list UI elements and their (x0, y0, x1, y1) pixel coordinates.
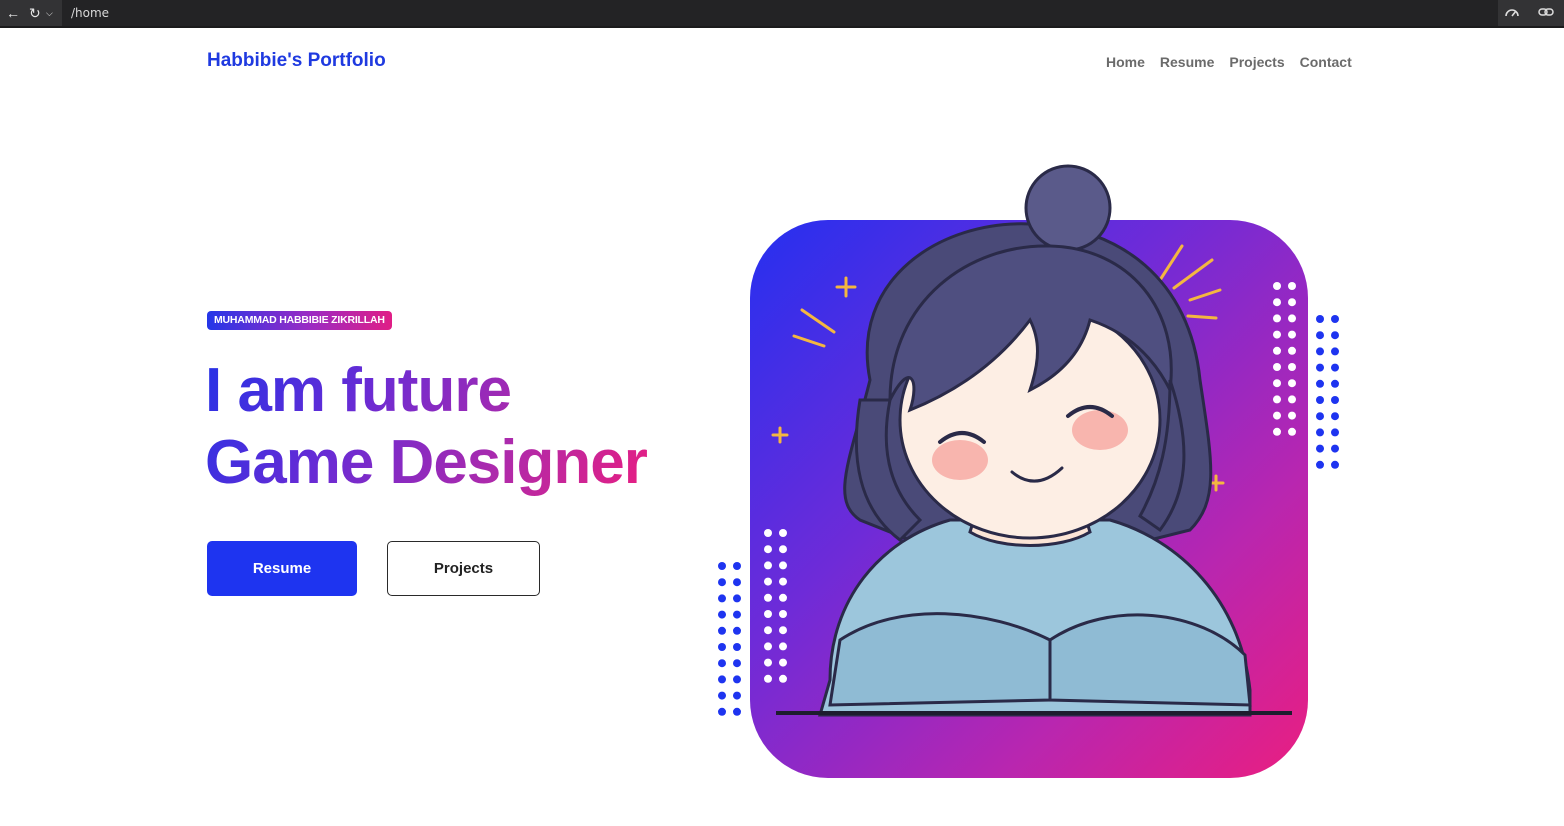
decor-dot (1316, 460, 1324, 469)
hero-headline: I am future Game Designer (205, 355, 647, 499)
decor-dot (1316, 444, 1324, 453)
decor-dot (733, 562, 741, 570)
decor-dot (718, 659, 726, 668)
decor-dot (1331, 363, 1339, 372)
decor-dot (718, 675, 726, 684)
address-bar[interactable]: /home (62, 0, 1498, 26)
decor-dot (1316, 428, 1324, 437)
nav-resume[interactable]: Resume (1160, 54, 1214, 70)
main-nav: Home Resume Projects Contact (1106, 54, 1352, 70)
decor-dot (1316, 331, 1324, 340)
decor-dot (718, 578, 726, 587)
decor-dot (733, 578, 741, 587)
performance-icon[interactable] (1504, 5, 1520, 22)
headline-line-1: I am future (205, 356, 511, 425)
decor-dot (733, 675, 741, 684)
decor-dot (733, 643, 741, 651)
name-badge: MUHAMMAD HABBIBIE ZIKRILLAH (207, 311, 392, 330)
decor-dot (733, 691, 741, 700)
dot-pattern-left (718, 562, 741, 716)
site-brand[interactable]: Habbibie's Portfolio (207, 50, 386, 72)
decor-dot (1331, 460, 1339, 469)
decor-dot (718, 594, 726, 603)
decor-dot (1316, 412, 1324, 421)
decor-dot (1316, 379, 1324, 388)
decor-dot (1331, 315, 1339, 323)
nav-contact[interactable]: Contact (1300, 54, 1352, 70)
avatar-illustration (771, 164, 1292, 717)
resume-button[interactable]: Resume (207, 541, 357, 596)
decor-dot (733, 610, 741, 619)
dot-pattern-right (1316, 315, 1339, 469)
decor-dot (1331, 412, 1339, 421)
decor-dot (718, 643, 726, 651)
decor-dot (718, 562, 726, 570)
decor-dot (718, 707, 726, 716)
decor-dot (1331, 444, 1339, 453)
headline-line-2: Game Designer (205, 428, 647, 497)
decor-dot (1331, 379, 1339, 388)
link-icon[interactable] (1538, 5, 1554, 22)
browser-toolbar: ← ↻ ⌵ /home (0, 0, 1564, 28)
nav-projects[interactable]: Projects (1229, 54, 1284, 70)
decor-dot (1316, 363, 1324, 372)
decor-dot (1316, 347, 1324, 356)
decor-dot (733, 626, 741, 635)
decor-dot (1316, 396, 1324, 404)
decor-dot (1331, 428, 1339, 437)
decor-dot (733, 707, 741, 716)
back-icon[interactable]: ← (6, 5, 20, 21)
decor-dot (718, 610, 726, 619)
reload-icon[interactable]: ↻ (29, 5, 41, 21)
decor-dot (718, 691, 726, 700)
decor-dot (1331, 347, 1339, 356)
dropdown-icon[interactable]: ⌵ (46, 5, 53, 21)
decor-dot (1316, 315, 1324, 323)
decor-dot (1331, 331, 1339, 340)
decor-dot (733, 594, 741, 603)
nav-home[interactable]: Home (1106, 54, 1145, 70)
decor-dot (733, 659, 741, 668)
decor-dot (718, 626, 726, 635)
decor-dot (1331, 396, 1339, 404)
projects-button[interactable]: Projects (387, 541, 540, 596)
